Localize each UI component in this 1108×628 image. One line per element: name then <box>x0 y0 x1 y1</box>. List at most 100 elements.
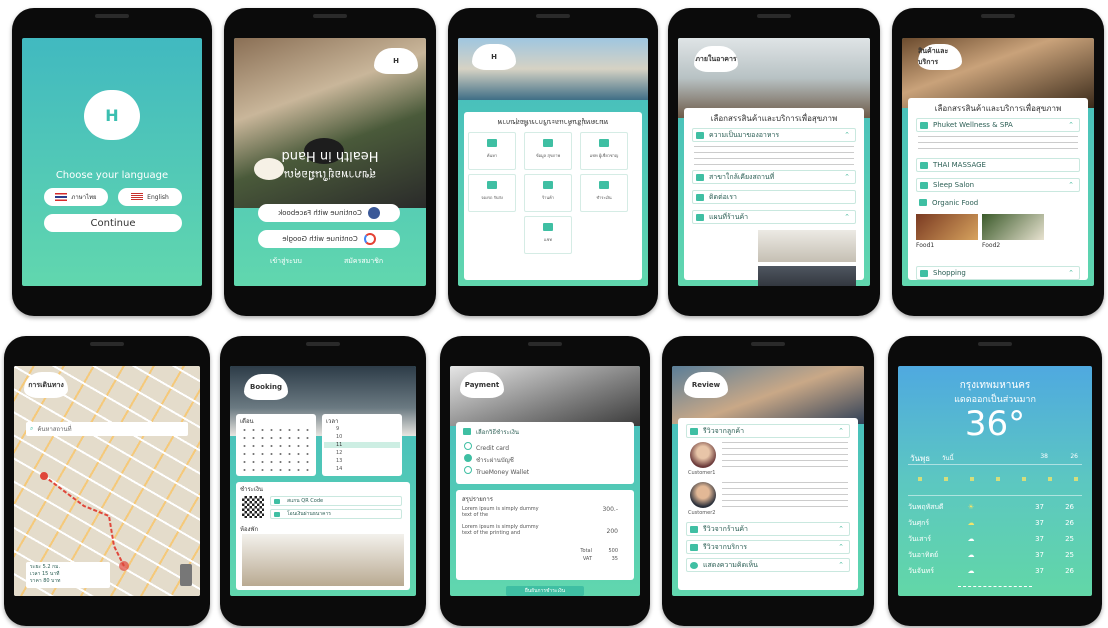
food-thumb-1[interactable] <box>916 214 978 240</box>
badge-label: สินค้าและบริการ <box>918 47 949 66</box>
review-screen: Review รีวิวจากลูกค้า ⌃ Customer1 Custome… <box>672 366 864 596</box>
bank-icon <box>274 512 280 517</box>
method-truemoney[interactable]: TrueMoney Wallet <box>464 466 529 476</box>
phone-speaker <box>751 342 785 346</box>
thai-flag-icon <box>55 193 68 201</box>
chevron-icon: ⌃ <box>844 213 850 221</box>
shop-review-item[interactable]: รีวิวจากร้านค้า ⌃ <box>686 522 850 536</box>
shop-item-massage[interactable]: THAI MASSAGE <box>916 158 1080 172</box>
customer-review-header[interactable]: รีวิวจากลูกค้า ⌃ <box>686 424 850 438</box>
badge-label: ภายในอาคาร <box>695 54 737 63</box>
review-header-label: รีวิวจากลูกค้า <box>703 426 745 435</box>
thai-label: ภาษาไทย <box>71 194 97 201</box>
shop-item-shopping[interactable]: Shopping ⌃ <box>916 266 1080 280</box>
method-bank-account[interactable]: ชำระผ่านบัญชี <box>464 454 514 465</box>
shop-item-sleep[interactable]: Sleep Salon ⌃ <box>916 178 1080 192</box>
service-item-contact[interactable]: ติดต่อเรา <box>692 190 856 204</box>
service-item-branches[interactable]: สาขาใกล้เคียงสถานที่ ⌃ <box>692 170 856 184</box>
time-option-5[interactable]: 13 <box>336 458 342 464</box>
tile-expert-chat[interactable]: แชท ผู้เชี่ยวชาญ <box>580 132 628 170</box>
shop-item-organic[interactable]: Organic Food <box>916 196 1080 210</box>
service-item-map[interactable]: แผนที่ร้านค้า ⌃ <box>692 210 856 224</box>
booking-badge-heart: Booking <box>244 374 288 400</box>
chevron-icon: ⌃ <box>838 561 844 569</box>
payment-label: ชำระเงิน <box>240 486 263 493</box>
time-option-3[interactable]: 11 <box>324 442 400 448</box>
review-card: รีวิวจากลูกค้า ⌃ Customer1 Customer2 รีวิ… <box>678 418 858 590</box>
shop-header: เลือกสรรสินค้าและบริการเพื่อสุขภาพ <box>934 104 1062 113</box>
us-flag-icon <box>131 193 144 201</box>
forecast-row-1: วันพฤหัสบดี ☀ 37 26 <box>908 500 1082 514</box>
login-screen: H Health in Hand สุขภาพอยู่ในมือคุณ Cont… <box>234 38 426 286</box>
radio-icon <box>464 442 472 450</box>
tile-label: ข้อมูล สุขภาพ <box>535 153 561 158</box>
history-icon <box>696 132 704 139</box>
method-credit-card[interactable]: Credit card <box>464 442 509 452</box>
login-title-en: Health in Hand <box>281 148 379 163</box>
summary-line-2-price: 200 <box>606 528 618 535</box>
tile-search[interactable]: ค้นหา <box>468 132 516 170</box>
time-option-4[interactable]: 12 <box>336 450 342 456</box>
register-link[interactable]: สมัครสมาชิก <box>344 256 383 267</box>
logo-letter: H <box>393 57 399 65</box>
forecast-high: 37 <box>1035 503 1044 511</box>
food-thumb-2[interactable] <box>982 214 1044 240</box>
payment-icon <box>599 181 609 189</box>
summary-header: สรุปรายการ <box>462 496 494 503</box>
item-label: แผนที่ร้านค้า <box>709 212 749 221</box>
continue-button[interactable]: Continue <box>44 214 182 232</box>
map-icon <box>696 214 704 221</box>
bank-payment-option[interactable]: โอนเงินผ่านธนาคาร <box>270 509 402 519</box>
cart-icon <box>920 270 928 277</box>
time-option-6[interactable]: 14 <box>336 466 342 472</box>
page-indicator <box>958 586 1032 587</box>
tile-label: แชท <box>544 237 552 242</box>
confirm-payment-button[interactable]: ยืนยันการชำระเงิน <box>506 586 584 596</box>
tile-chat[interactable]: แชท <box>524 216 572 254</box>
time-option-1[interactable]: 9 <box>336 426 339 432</box>
service-review-item[interactable]: รีวิวจากบริการ ⌃ <box>686 540 850 554</box>
time-option-2[interactable]: 10 <box>336 434 342 440</box>
english-language-button[interactable]: English <box>118 188 182 206</box>
calendar-card[interactable]: เดือน <box>236 414 316 476</box>
sun-icon: ☀ <box>967 503 975 511</box>
method-label: ชำระผ่านบัญชี <box>476 457 514 464</box>
tile-health-info[interactable]: ข้อมูล สุขภาพ <box>524 132 572 170</box>
badge-label: Review <box>691 381 721 389</box>
logo-letter: H <box>105 105 119 125</box>
phone-speaker <box>757 14 791 18</box>
map-controls[interactable] <box>180 564 192 586</box>
thai-language-button[interactable]: ภาษาไทย <box>44 188 108 206</box>
item-label: Phuket Wellness & SPA <box>933 121 1013 129</box>
payment-screen: Payment เลือกวิธีชำระเงิน Credit card ชำ… <box>450 366 640 596</box>
service-item-history[interactable]: ความเป็นมาของอาหาร ⌃ <box>692 128 856 142</box>
tile-car-booking[interactable]: จองรถ รับส่ง <box>468 174 516 212</box>
card-icon <box>463 428 471 435</box>
qr-option-label: สแกน QR Code <box>287 498 324 504</box>
qr-payment-option[interactable]: สแกน QR Code <box>270 496 402 506</box>
phone-weather: กรุงเทพมหานคร แดดออกเป็นส่วนมาก 36° วันพ… <box>888 336 1102 626</box>
calendar-grid[interactable] <box>240 426 312 472</box>
info-icon <box>543 139 553 147</box>
phone-speaker <box>978 342 1012 346</box>
tile-payment[interactable]: ชำระเงิน <box>580 174 628 212</box>
badge-label: Booking <box>249 383 282 391</box>
shop-item-spa[interactable]: Phuket Wellness & SPA ⌃ <box>916 118 1080 132</box>
shop-badge-heart: สินค้าและบริการ <box>918 44 962 70</box>
language-screen: H Choose your language ภาษาไทย English C… <box>22 38 202 286</box>
weather-temperature: 36° <box>964 404 1026 444</box>
summary-vat-label: VAT <box>582 556 592 562</box>
google-login-button[interactable]: Continue with Google <box>258 230 400 248</box>
login-link[interactable]: เข้าสู่ระบบ <box>270 256 302 267</box>
forecast-day: วันจันทร์ <box>908 566 934 575</box>
forecast-high: 37 <box>1035 535 1044 543</box>
forecast-high: 37 <box>1035 551 1044 559</box>
trip-price: ราคา 80 บาท <box>30 578 61 584</box>
shop-screen: สินค้าและบริการ เลือกสรรสินค้าและบริการเ… <box>902 38 1094 286</box>
facebook-login-button[interactable]: Continue with Facebook <box>258 204 400 222</box>
tile-shop[interactable]: ร้านค้า <box>524 174 572 212</box>
comment-item[interactable]: แสดงความคิดเห็น ⌃ <box>686 558 850 572</box>
payment-method-card: เลือกวิธีชำระเงิน Credit card ชำระผ่านบั… <box>456 422 634 484</box>
map-screen: การเดินทาง ⌕ ค้นหาสถานที่ ระยะ 5.2 กม. เ… <box>14 366 200 596</box>
time-card[interactable]: เวลา 9 10 11 12 13 14 <box>322 414 402 476</box>
